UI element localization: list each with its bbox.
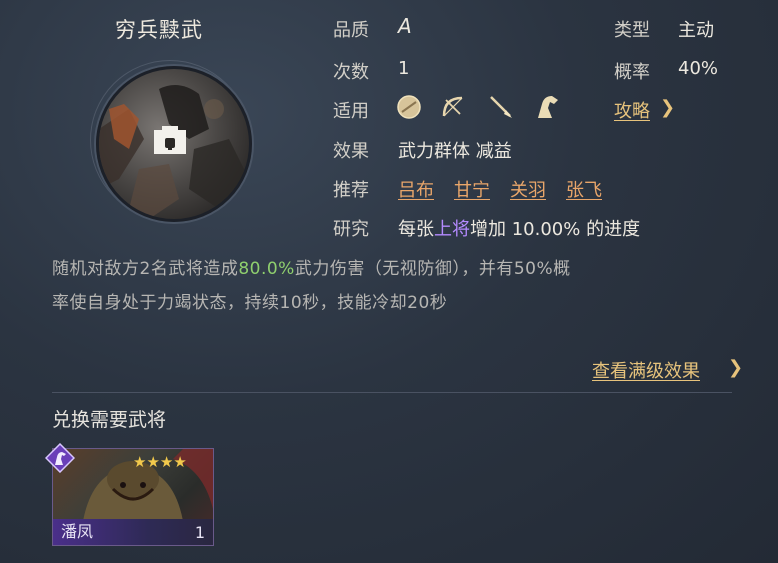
bow-icon [440, 94, 468, 124]
quality-label: 品质 [333, 20, 369, 41]
recommend-general-2[interactable]: 甘宁 [454, 176, 490, 202]
divider [52, 392, 732, 393]
general-name: 潘凤 [61, 522, 94, 541]
card-name-bar: 潘凤 1 [53, 519, 213, 545]
count-value: 1 [398, 58, 410, 79]
description-part-1: 随机对敌方2名武将造成 [52, 259, 239, 279]
recommend-general-3[interactable]: 关羽 [510, 176, 546, 202]
shield-icon [396, 94, 422, 124]
research-suffix: 增加 10.00% 的进度 [470, 219, 641, 240]
star-icon: ★ [159, 453, 174, 471]
lock-icon [150, 122, 190, 162]
description-part-2: 武力伤害（无视防御），并有50%概 [294, 259, 571, 279]
horse-icon [532, 92, 562, 124]
spear-icon [488, 94, 514, 124]
type-value: 主动 [678, 20, 714, 41]
guide-link[interactable]: 攻略 [614, 97, 650, 123]
exchange-title: 兑换需要武将 [52, 409, 167, 431]
count-label: 次数 [333, 62, 369, 83]
rate-value: 40% [678, 58, 719, 79]
general-card[interactable]: ★★★★ 潘凤 1 [52, 448, 214, 546]
chevron-right-icon: ❯ [728, 357, 744, 378]
star-icon: ★ [133, 453, 147, 471]
applies-label: 适用 [333, 101, 369, 122]
quality-value: A [398, 14, 412, 38]
effect-label: 效果 [333, 141, 369, 162]
star-rating: ★★★★ [133, 452, 187, 471]
research-prefix: 每张 [398, 219, 434, 240]
rate-label: 概率 [614, 62, 650, 83]
research-text: 每张上将增加 10.00% 的进度 [398, 215, 640, 241]
view-full-effect-link[interactable]: 查看满级效果 [592, 357, 700, 383]
star-icon: ★ [146, 453, 160, 471]
recommend-general-4[interactable]: 张飞 [566, 176, 602, 202]
effect-value: 武力群体 减益 [398, 141, 512, 162]
skill-description-line-1: 随机对敌方2名武将造成80.0%武力伤害（无视防御），并有50%概 [52, 254, 571, 279]
general-count: 1 [194, 523, 205, 542]
research-label: 研究 [333, 219, 369, 240]
recommend-label: 推荐 [333, 180, 369, 201]
research-highlight: 上将 [434, 219, 470, 240]
damage-percent: 80.0% [238, 259, 295, 279]
star-icon: ★ [173, 453, 187, 471]
skill-name: 穷兵黩武 [115, 18, 203, 42]
chevron-right-icon: ❯ [660, 97, 676, 118]
type-label: 类型 [614, 20, 650, 41]
horse-icon [44, 442, 76, 474]
recommend-general-1[interactable]: 吕布 [398, 176, 434, 202]
skill-description-line-2: 率使自身处于力竭状态，持续10秒，技能冷却20秒 [52, 293, 448, 313]
